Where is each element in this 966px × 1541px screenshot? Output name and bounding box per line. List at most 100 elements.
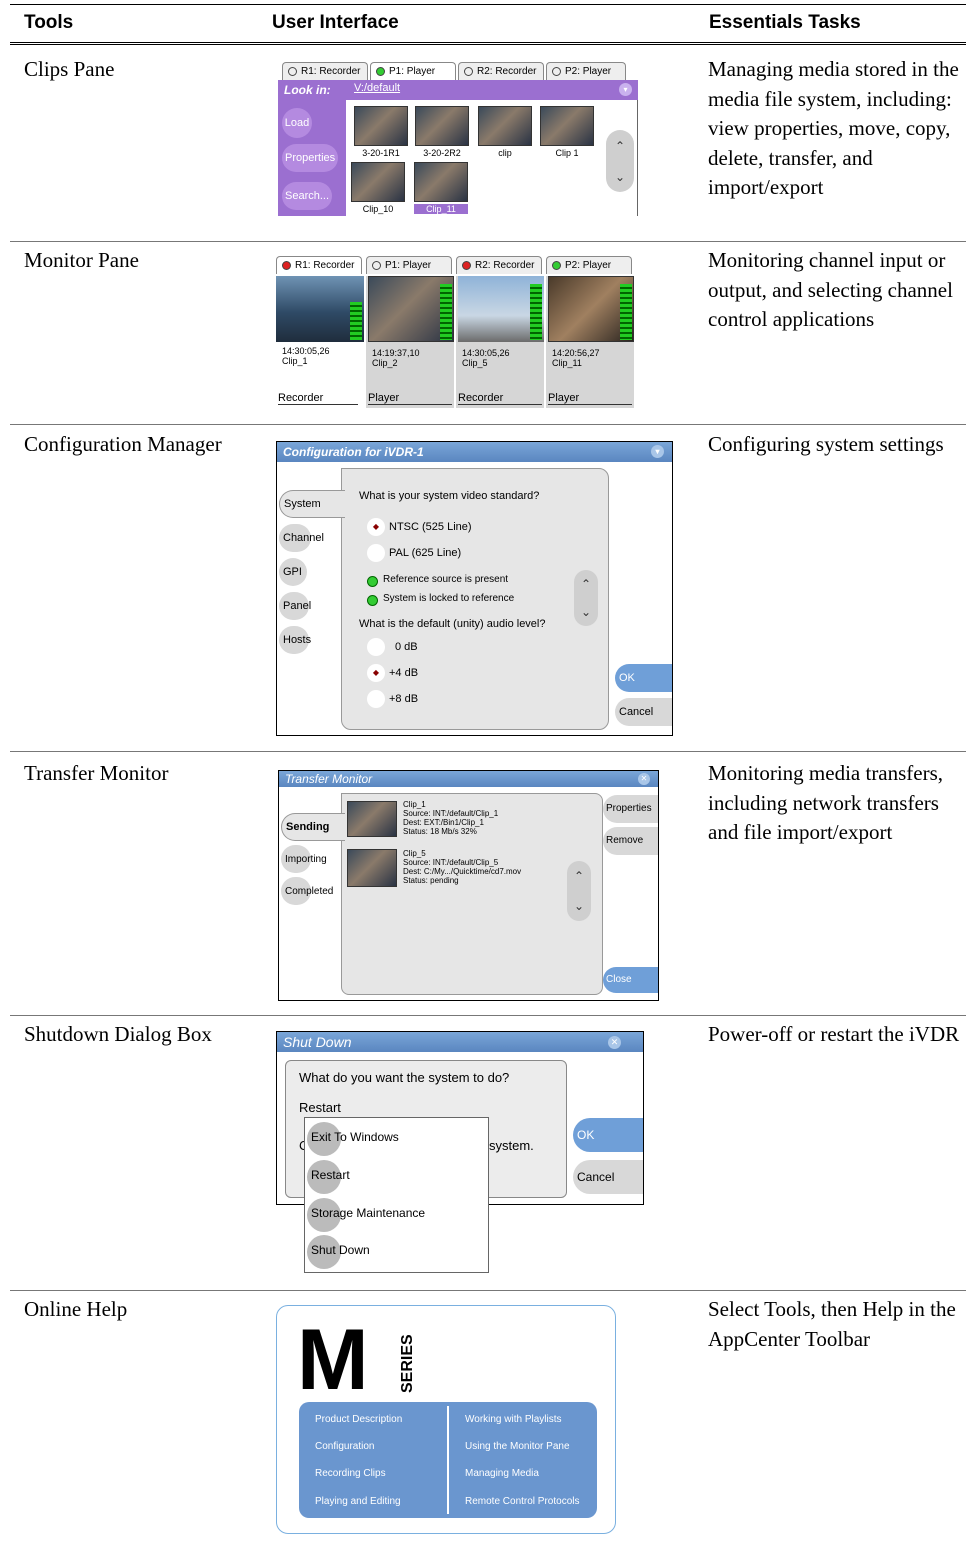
- config-tab-channel[interactable]: Channel: [279, 524, 324, 552]
- status-dot-icon: [372, 261, 381, 270]
- transfer-item[interactable]: Clip_5 Source: INT:/default/Clip_5 Dest:…: [403, 849, 521, 885]
- clip-name: Clip_1: [282, 356, 308, 366]
- header-ui: User Interface: [272, 12, 399, 33]
- menu-item-exit-to-windows[interactable]: Exit To Windows: [311, 1130, 399, 1144]
- status-dot-icon: [552, 261, 561, 270]
- tool-online-help: Online Help: [24, 1297, 128, 1321]
- chevron-down-icon[interactable]: ▾: [651, 445, 664, 458]
- config-tab-gpi[interactable]: GPI: [279, 558, 307, 586]
- menu-item-restart[interactable]: Restart: [311, 1168, 350, 1182]
- scroll-buttons[interactable]: ⌃ ⌄: [574, 570, 598, 626]
- scroll-buttons[interactable]: ⌃ ⌄: [567, 861, 591, 921]
- radio-icon[interactable]: [367, 638, 385, 656]
- radio-selected-icon[interactable]: ◆: [367, 664, 385, 682]
- header-tools: Tools: [24, 12, 74, 33]
- clip-thumbnail[interactable]: [540, 106, 594, 146]
- help-divider: [447, 1406, 449, 1514]
- help-link-recording-clips[interactable]: Recording Clips: [315, 1468, 386, 1479]
- status-dot-icon: [464, 67, 473, 76]
- channel-app-select[interactable]: Recorder: [278, 392, 358, 405]
- lock-status: System is locked to reference: [383, 593, 515, 604]
- channel-app-select[interactable]: Player: [368, 392, 452, 405]
- menu-item-shut-down[interactable]: Shut Down: [311, 1243, 370, 1257]
- row-divider: [10, 424, 966, 425]
- clip-thumbnail[interactable]: [414, 162, 468, 202]
- status-dot-icon: [288, 67, 297, 76]
- radio-icon[interactable]: [367, 690, 385, 708]
- chevron-up-icon[interactable]: ⌃: [574, 869, 584, 883]
- tab-r2-recorder[interactable]: R2: Recorder: [458, 62, 544, 80]
- chevron-down-icon[interactable]: ⌄: [581, 605, 591, 619]
- scroll-buttons[interactable]: ⌃ ⌄: [606, 130, 634, 192]
- chevron-up-icon[interactable]: ⌃: [581, 577, 591, 591]
- clip-thumbnail[interactable]: [415, 106, 469, 146]
- help-link-remote-control[interactable]: Remote Control Protocols: [465, 1496, 580, 1507]
- tab-p1-player[interactable]: P1: Player: [370, 62, 456, 80]
- ok-button[interactable]: OK: [615, 664, 672, 692]
- close-button[interactable]: Close: [603, 967, 658, 993]
- transfer-title-bar: Transfer Monitor ✕: [279, 771, 658, 787]
- audio-meter: [620, 284, 632, 340]
- monitor-pane-screenshot: R1: Recorder P1: Player R2: Recorder P2:…: [276, 256, 638, 410]
- remove-button[interactable]: Remove: [603, 827, 658, 855]
- online-help-screenshot: M SERIES Product Description Configurati…: [276, 1305, 616, 1534]
- chevron-down-icon[interactable]: ⌄: [615, 170, 625, 184]
- load-button[interactable]: Load: [282, 108, 312, 138]
- help-link-playlists[interactable]: Working with Playlists: [465, 1414, 562, 1425]
- tab-p2-player[interactable]: P2: Player: [546, 62, 626, 80]
- clip-thumbnail[interactable]: [478, 106, 532, 146]
- config-tab-system[interactable]: System: [279, 490, 345, 518]
- clips-grid: 3-20-1R1 3-20-2R2 clip Clip 1 Clip_10 Cl…: [346, 100, 638, 216]
- reference-status: Reference source is present: [383, 574, 509, 585]
- tab-sending[interactable]: Sending: [281, 813, 345, 841]
- chevron-down-icon[interactable]: ⌄: [574, 899, 584, 913]
- search-button[interactable]: Search...: [282, 182, 333, 210]
- close-icon[interactable]: ✕: [638, 773, 650, 785]
- config-tab-panel[interactable]: Panel: [279, 592, 311, 620]
- configuration-manager-screenshot: Configuration for iVDR-1 ▾ System Channe…: [276, 441, 673, 736]
- clip-name: Clip_2: [372, 358, 398, 368]
- cancel-button[interactable]: Cancel: [615, 698, 672, 726]
- radio-icon[interactable]: [367, 544, 385, 562]
- tab-p2-player[interactable]: P2: Player: [546, 256, 632, 274]
- help-link-monitor-pane[interactable]: Using the Monitor Pane: [465, 1441, 570, 1452]
- shutdown-mode-select[interactable]: Restart: [299, 1100, 341, 1115]
- properties-button[interactable]: Properties: [603, 795, 658, 823]
- properties-button[interactable]: Properties: [282, 144, 339, 172]
- help-link-configuration[interactable]: Configuration: [315, 1441, 374, 1452]
- radio-selected-icon[interactable]: ◆: [367, 518, 385, 536]
- close-icon[interactable]: ✕: [608, 1036, 621, 1049]
- channel-app-select[interactable]: Recorder: [458, 392, 542, 405]
- tab-r1-recorder[interactable]: R1: Recorder: [276, 256, 362, 274]
- audio-meter: [440, 284, 452, 340]
- channel-app-select[interactable]: Player: [548, 392, 632, 405]
- tab-importing[interactable]: Importing: [281, 845, 327, 873]
- option-0db: 0 dB: [395, 641, 418, 653]
- timecode: 14:30:05,26: [282, 346, 330, 356]
- task-monitor-pane: Monitoring channel input or output, and …: [708, 248, 953, 331]
- help-link-product-description[interactable]: Product Description: [315, 1414, 402, 1425]
- clip-thumbnail[interactable]: [354, 106, 408, 146]
- transfer-dest: Dest: C:/My.../Quicktime/cd7.mov: [403, 867, 522, 876]
- config-tab-hosts[interactable]: Hosts: [279, 626, 311, 654]
- tab-r1-recorder[interactable]: R1: Recorder: [282, 62, 368, 80]
- chevron-down-icon[interactable]: ▾: [619, 83, 632, 96]
- path-field[interactable]: V:/default: [354, 82, 400, 94]
- tab-r2-recorder[interactable]: R2: Recorder: [456, 256, 542, 274]
- clip-label: 3-20-1R1: [362, 148, 400, 158]
- chevron-up-icon[interactable]: ⌃: [615, 139, 625, 153]
- transfer-item[interactable]: Clip_1 Source: INT:/default/Clip_1 Dest:…: [403, 800, 498, 836]
- cancel-button[interactable]: Cancel: [573, 1160, 643, 1194]
- tab-p1-player[interactable]: P1: Player: [366, 256, 452, 274]
- help-link-managing-media[interactable]: Managing Media: [465, 1468, 539, 1479]
- clips-side-panel: Load Properties Search...: [278, 100, 346, 216]
- ok-button[interactable]: OK: [573, 1118, 643, 1152]
- clips-pane-screenshot: R1: Recorder P1: Player R2: Recorder P2:…: [278, 62, 640, 216]
- audio-meter: [350, 302, 362, 340]
- audio-meter: [530, 284, 542, 340]
- look-in-bar: Look in: V:/default ▾: [278, 80, 638, 100]
- tab-completed[interactable]: Completed: [281, 877, 333, 905]
- help-link-playing-editing[interactable]: Playing and Editing: [315, 1496, 401, 1507]
- clip-thumbnail[interactable]: [351, 162, 405, 202]
- menu-item-storage-maintenance[interactable]: Storage Maintenance: [311, 1206, 425, 1220]
